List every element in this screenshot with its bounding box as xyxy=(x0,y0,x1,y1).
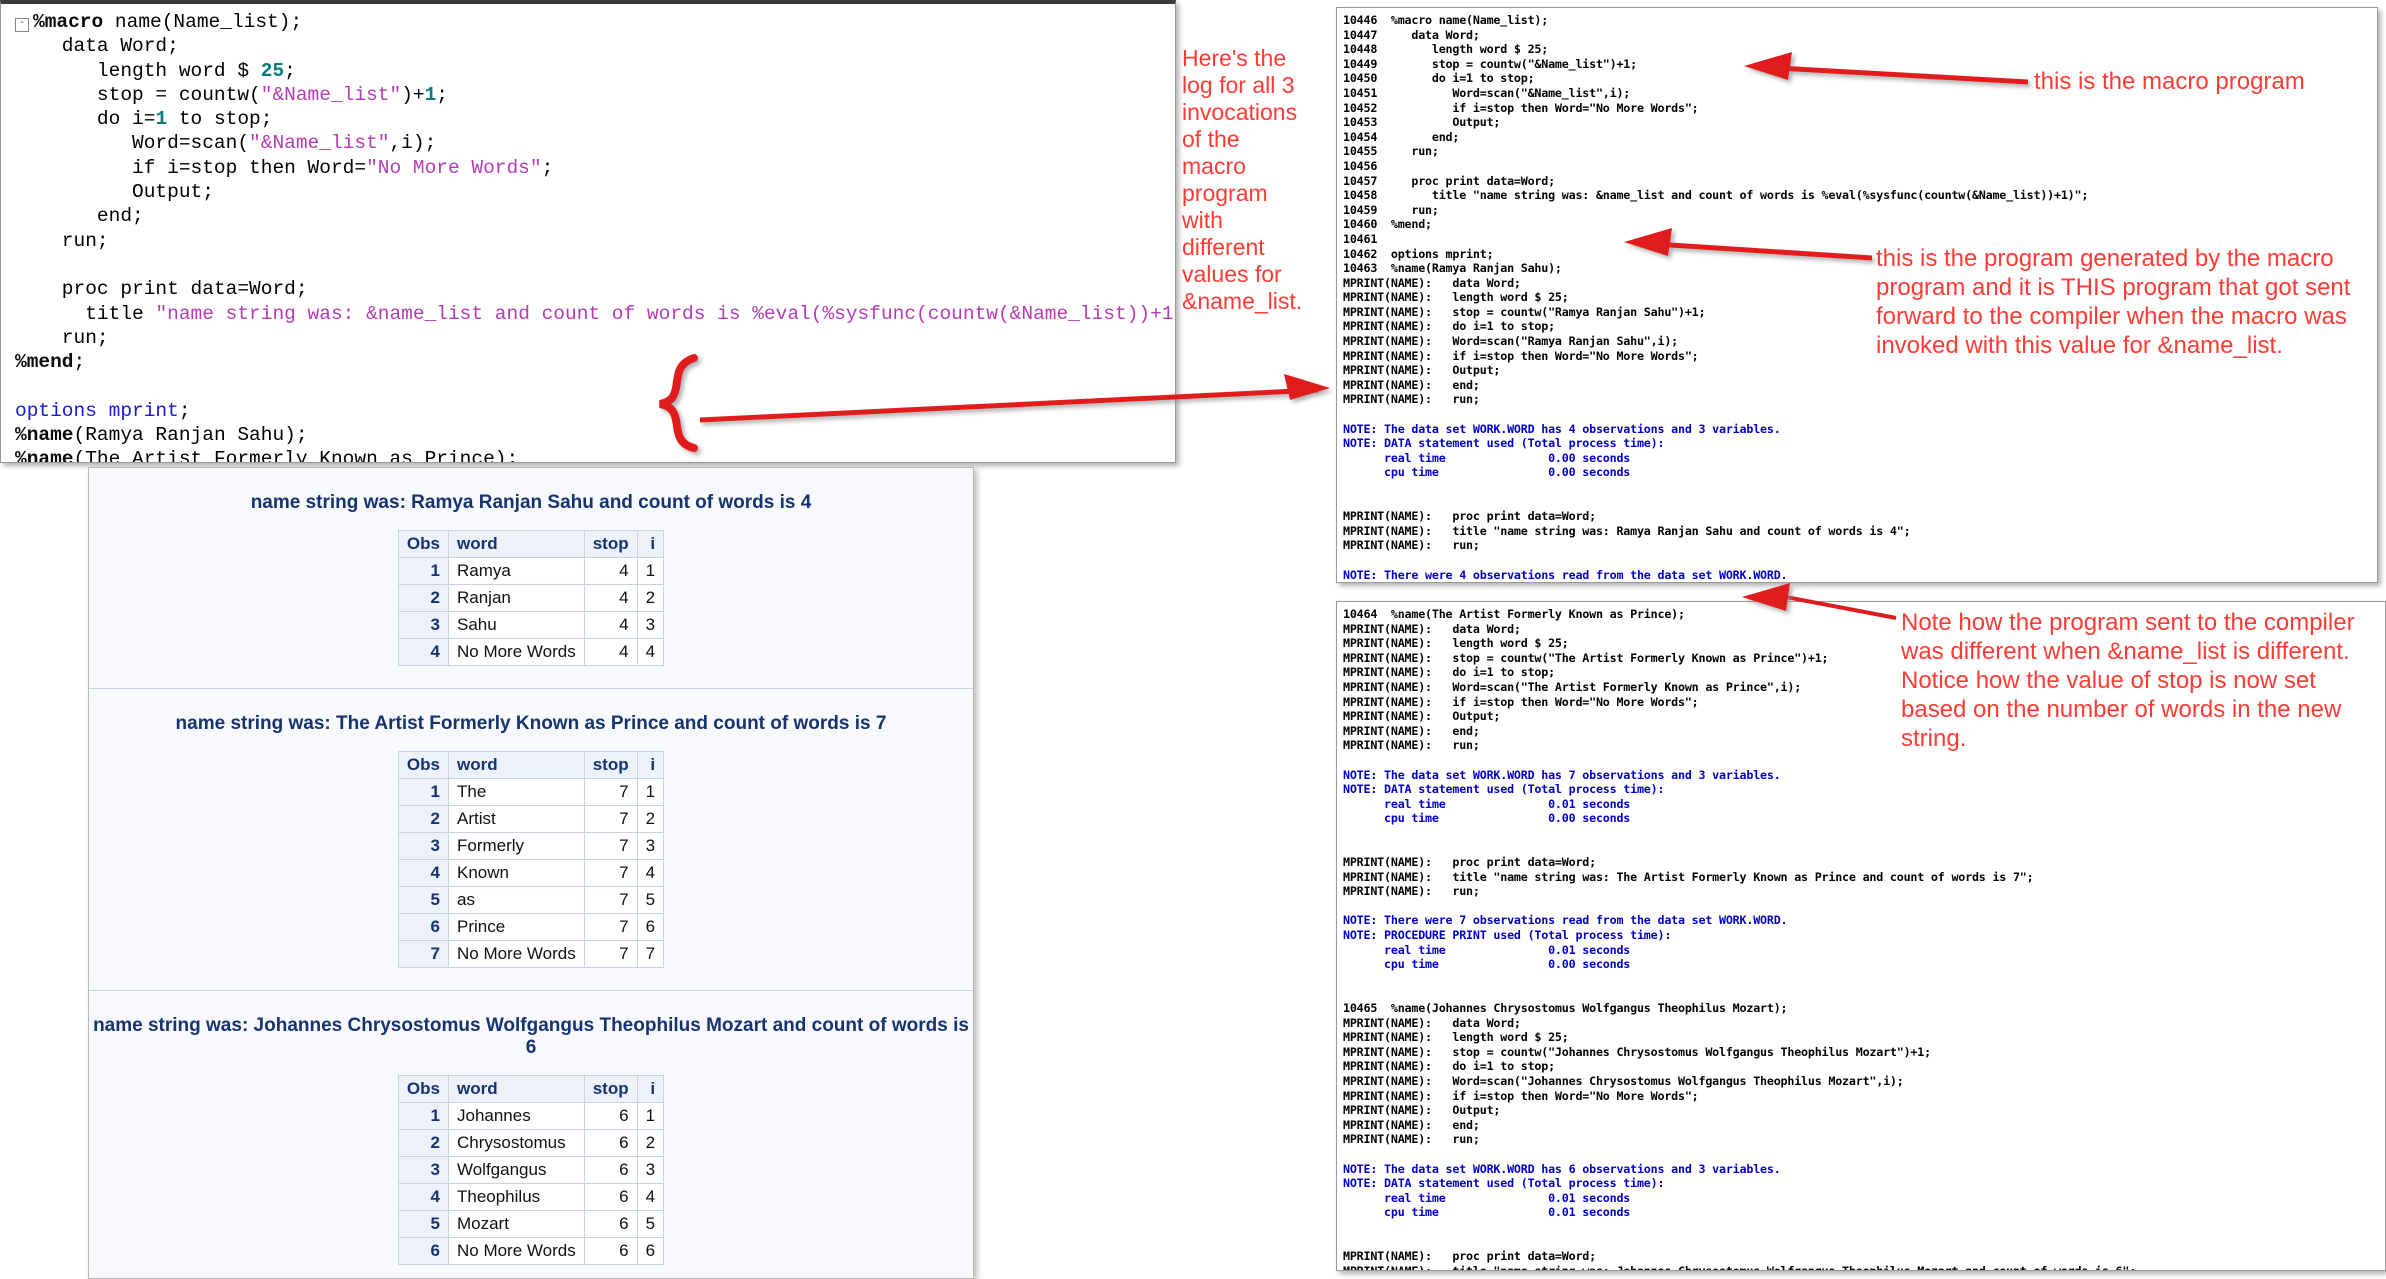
table-row: 4 Theophilus 6 4 xyxy=(397,1183,665,1211)
table-row: 2 Chrysostomus 6 2 xyxy=(397,1129,665,1157)
col-header-word: word xyxy=(447,530,585,558)
results-body: name string was: Ramya Ranjan Sahu and c… xyxy=(89,468,973,1278)
col-header-stop: stop xyxy=(583,530,638,558)
col-header-Obs: Obs xyxy=(397,530,449,558)
table-row: 1 The 7 1 xyxy=(397,778,665,806)
col-header-Obs: Obs xyxy=(397,751,449,779)
col-header-stop: stop xyxy=(583,751,638,779)
col-header-i: i xyxy=(636,751,665,779)
col-header-Obs: Obs xyxy=(397,1075,449,1103)
col-header-i: i xyxy=(636,530,665,558)
result-title: name string was: Ramya Ranjan Sahu and c… xyxy=(250,492,812,513)
table-row: 3 Formerly 7 3 xyxy=(397,832,665,860)
table-row: 7 No More Words 7 7 xyxy=(397,940,665,968)
table-row: 5 as 7 5 xyxy=(397,886,665,914)
sas-editor-panel[interactable]: - %macro name(Name_list); data Word; leng… xyxy=(0,0,1176,463)
editor-code-area[interactable]: - %macro name(Name_list); data Word; leng… xyxy=(1,4,1175,462)
table-row: 6 Prince 7 6 xyxy=(397,913,665,941)
table-row: 1 Ramya 4 1 xyxy=(397,557,665,585)
table-row: 6 No More Words 6 6 xyxy=(397,1237,665,1265)
annotation-note-different: Note how the program sent to the compile… xyxy=(1901,609,2355,752)
col-header-i: i xyxy=(636,1075,665,1103)
result-table: Obs word stop i 1 The 7 1 2 Artist 7 2 3 Formerly 7 3 4 K… xyxy=(397,751,665,968)
col-header-word: word xyxy=(447,751,585,779)
annotation-generated-program: this is the program generated by the mac… xyxy=(1876,245,2351,359)
table-row: 4 Known 7 4 xyxy=(397,859,665,887)
table-row: 3 Wolfgangus 6 3 xyxy=(397,1156,665,1184)
annotation-log-for-3-invocations: Here's the log for all 3 invocations of … xyxy=(1182,45,1303,314)
result-table: Obs word stop i 1 Johannes 6 1 2 Chrysostomus 6 2 3 W… xyxy=(397,1075,665,1265)
col-header-stop: stop xyxy=(583,1075,638,1103)
sas-results-panel[interactable]: name string was: Ramya Ranjan Sahu and c… xyxy=(88,467,974,1279)
result-title: name string was: The Artist Formerly Kno… xyxy=(175,713,887,734)
table-row: 4 No More Words 4 4 xyxy=(397,638,665,666)
table-row: 2 Ranjan 4 2 xyxy=(397,584,665,612)
table-row: 3 Sahu 4 3 xyxy=(397,611,665,639)
table-row: 5 Mozart 6 5 xyxy=(397,1210,665,1238)
table-row: 1 Johannes 6 1 xyxy=(397,1102,665,1130)
result-block-2: name string was: Johannes Chrysostomus W… xyxy=(89,990,973,1278)
result-title: name string was: Johannes Chrysostomus W… xyxy=(93,1015,969,1058)
col-header-word: word xyxy=(447,1075,585,1103)
annotation-this-is-the-macro-program: this is the macro program xyxy=(2034,68,2305,95)
table-row: 2 Artist 7 2 xyxy=(397,805,665,833)
result-block-1: name string was: The Artist Formerly Kno… xyxy=(89,688,973,990)
result-table: Obs word stop i 1 Ramya 4 1 2 Ranjan 4 2 3 Sahu 4 3 4 No … xyxy=(397,530,665,666)
result-block-0: name string was: Ramya Ranjan Sahu and c… xyxy=(89,468,973,688)
